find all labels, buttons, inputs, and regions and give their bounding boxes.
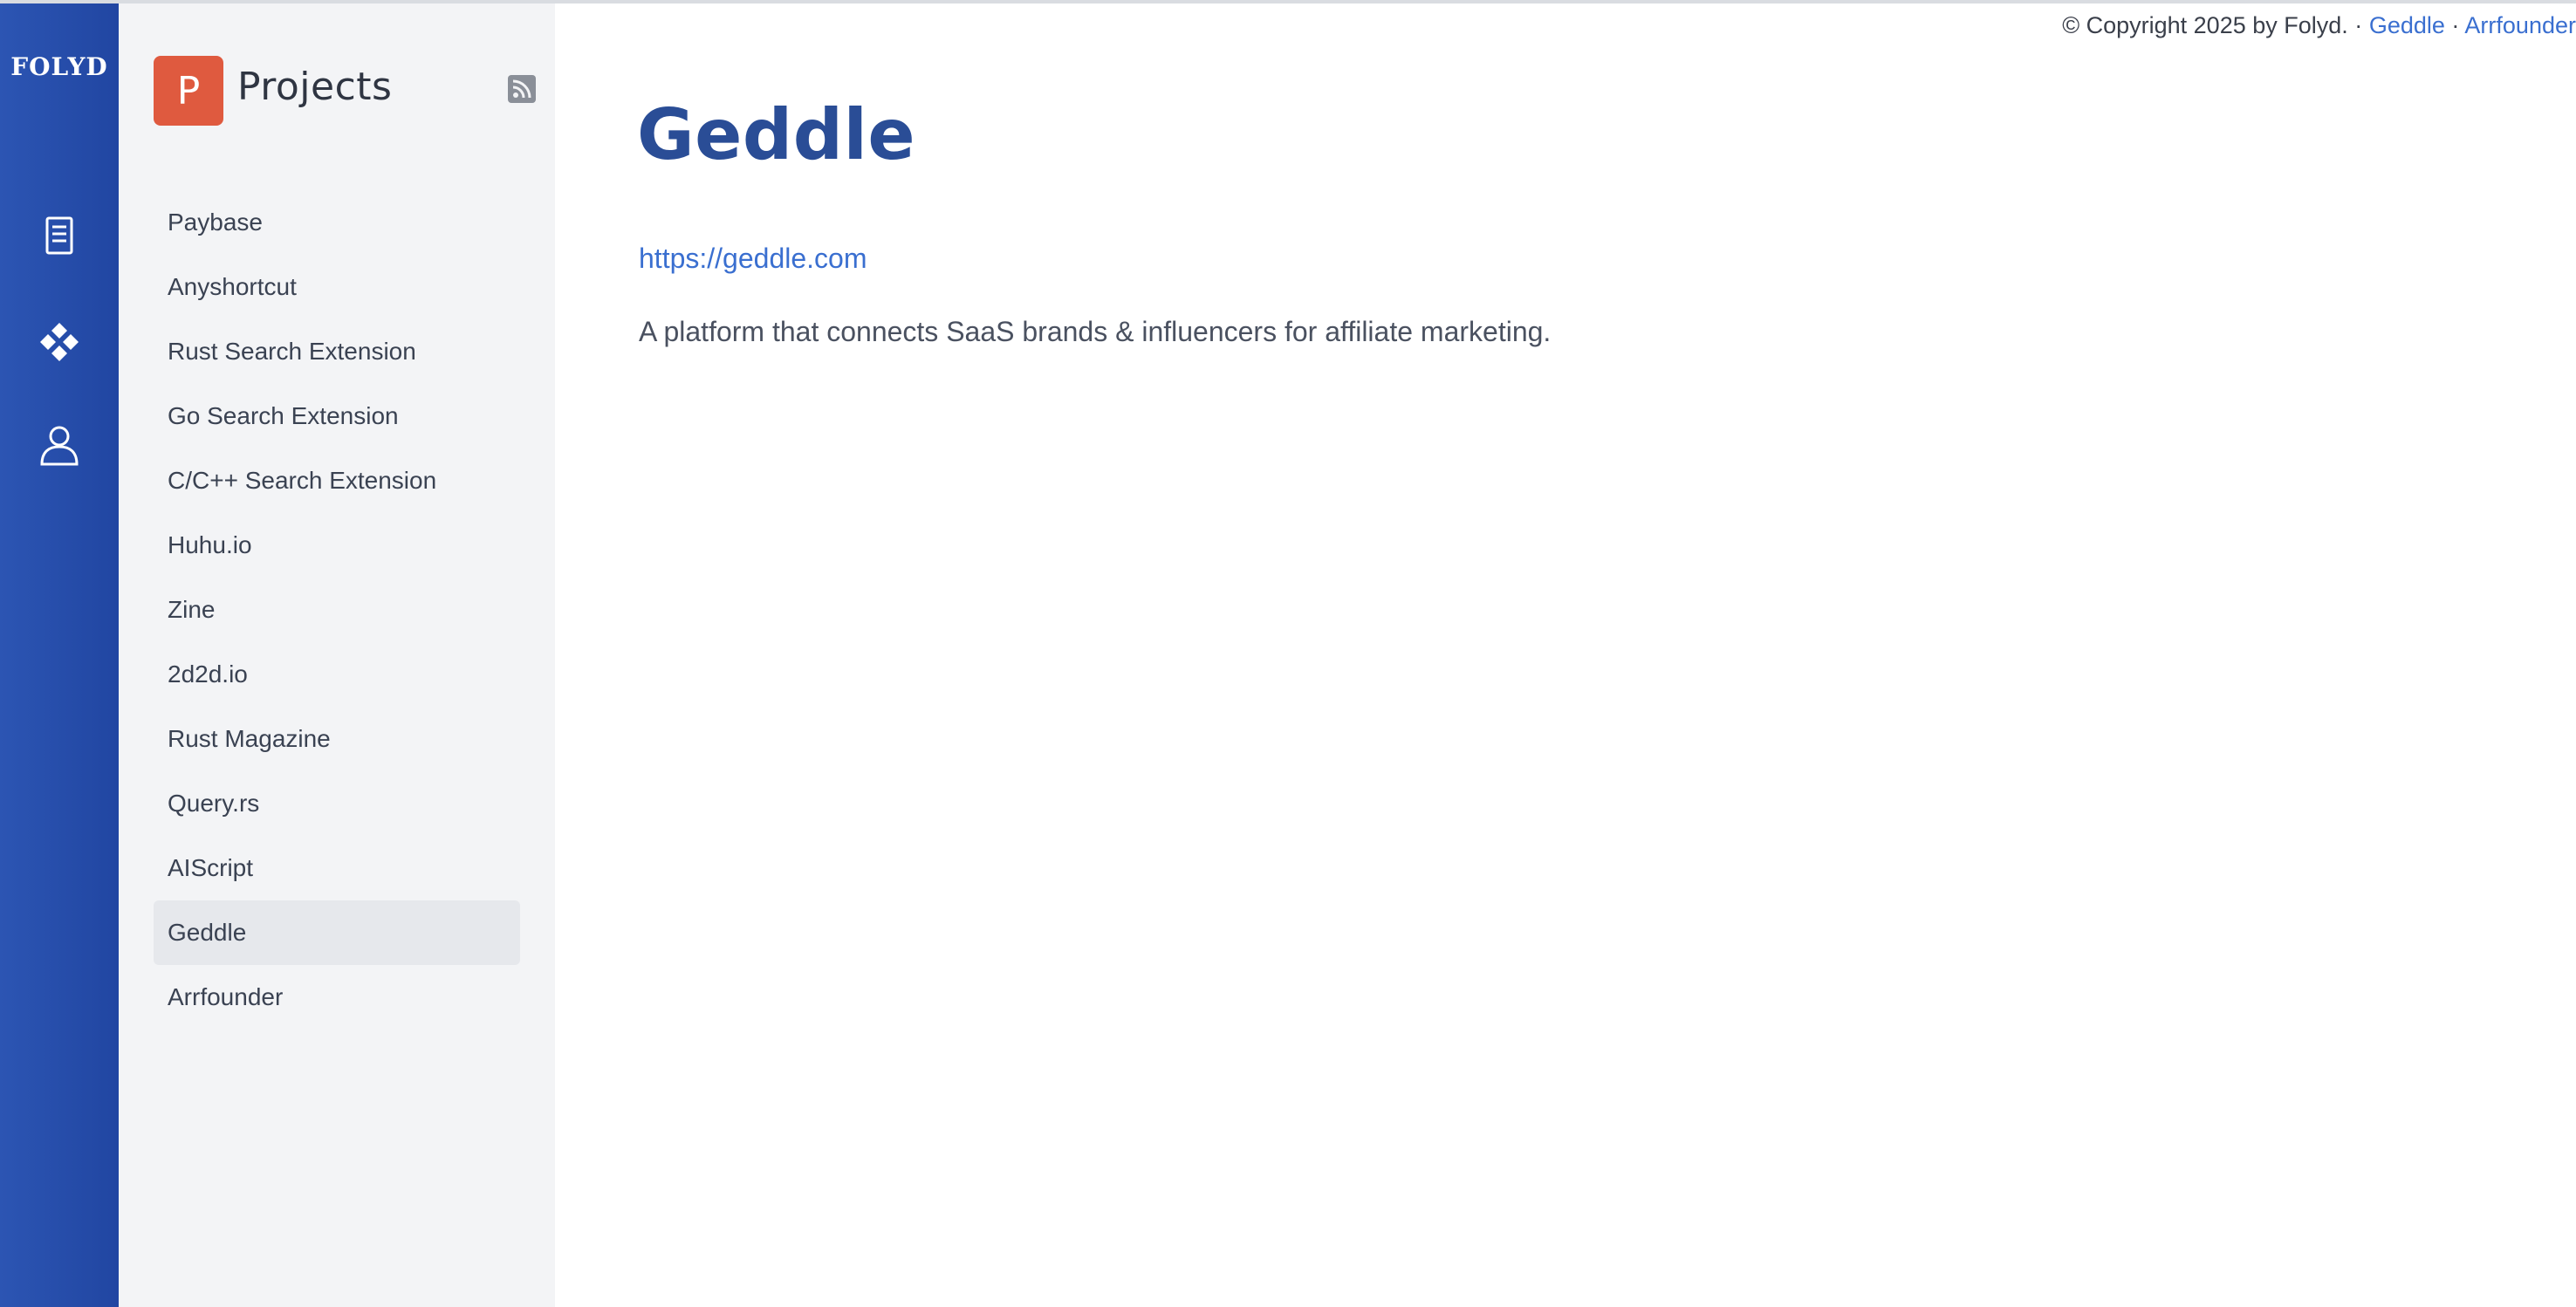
rss-icon[interactable] bbox=[508, 75, 536, 103]
sidebar-item-paybase[interactable]: Paybase bbox=[154, 190, 520, 255]
user-icon[interactable] bbox=[35, 421, 84, 469]
sidebar-item-rust-search-extension[interactable]: Rust Search Extension bbox=[154, 319, 520, 384]
separator: · bbox=[2451, 12, 2460, 38]
page-title: Geddle bbox=[637, 94, 916, 175]
projects-logo: P bbox=[154, 56, 223, 126]
sidebar-item-zine[interactable]: Zine bbox=[154, 578, 520, 642]
sidebar-item-aiscript[interactable]: AIScript bbox=[154, 836, 520, 900]
projects-sidebar: P Projects Paybase Anyshortcut Rust Sear… bbox=[119, 3, 555, 1307]
project-list: Paybase Anyshortcut Rust Search Extensio… bbox=[154, 190, 520, 1030]
sidebar-item-2d2d[interactable]: 2d2d.io bbox=[154, 642, 520, 707]
sidebar-title: Projects bbox=[237, 65, 393, 109]
sidebar-header: P Projects bbox=[154, 56, 536, 126]
main-content: © Copyright 2025 by Folyd. · Geddle · Ar… bbox=[555, 3, 2576, 1307]
separator: · bbox=[2354, 12, 2363, 38]
copyright-text: © Copyright 2025 by Folyd. bbox=[2062, 12, 2348, 38]
sidebar-item-rust-magazine[interactable]: Rust Magazine bbox=[154, 707, 520, 771]
brand-logo[interactable]: FOLYD bbox=[0, 52, 119, 81]
sidebar-item-arrfounder[interactable]: Arrfounder bbox=[154, 965, 520, 1030]
footer-link-geddle[interactable]: Geddle bbox=[2369, 12, 2445, 38]
document-icon[interactable] bbox=[35, 211, 84, 260]
sidebar-item-anyshortcut[interactable]: Anyshortcut bbox=[154, 255, 520, 319]
project-url-link[interactable]: https://geddle.com bbox=[639, 243, 867, 275]
sidebar-item-cpp-search-extension[interactable]: C/C++ Search Extension bbox=[154, 448, 520, 513]
sidebar-item-huhu[interactable]: Huhu.io bbox=[154, 513, 520, 578]
app-rail: FOLYD bbox=[0, 3, 119, 1307]
sidebar-item-go-search-extension[interactable]: Go Search Extension bbox=[154, 384, 520, 448]
sidebar-item-query-rs[interactable]: Query.rs bbox=[154, 771, 520, 836]
footer-link-arrfounder[interactable]: Arrfounder bbox=[2464, 12, 2576, 38]
project-description: A platform that connects SaaS brands & i… bbox=[639, 316, 1552, 347]
diamond-grid-icon[interactable] bbox=[35, 318, 84, 366]
sidebar-item-geddle[interactable]: Geddle bbox=[154, 900, 520, 965]
copyright-bar: © Copyright 2025 by Folyd. · Geddle · Ar… bbox=[2062, 12, 2576, 39]
